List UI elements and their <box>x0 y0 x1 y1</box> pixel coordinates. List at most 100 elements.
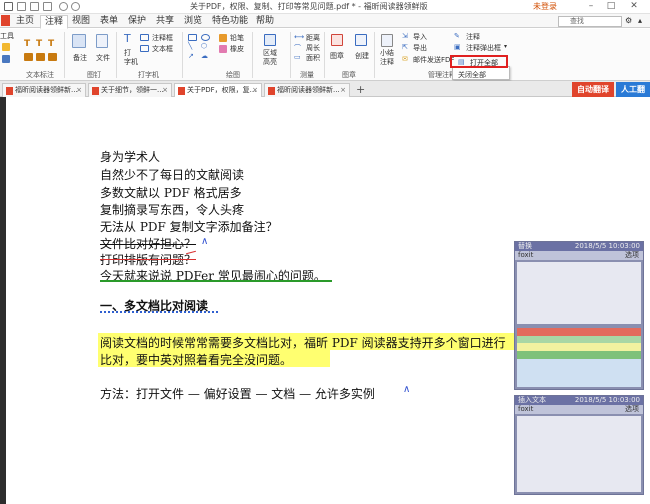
create-stamp-icon[interactable] <box>355 34 367 46</box>
typewriter-icon[interactable]: T <box>124 32 131 45</box>
close-button[interactable]: ✕ <box>626 0 642 13</box>
callout-label[interactable]: 注释框 <box>152 33 173 43</box>
pencil-icon[interactable] <box>219 34 227 42</box>
note-text-area[interactable] <box>517 262 641 324</box>
stamp-icon[interactable] <box>331 34 343 46</box>
settings-icon[interactable]: ⚙ <box>625 16 632 25</box>
auto-translate-button[interactable]: 自动翻译 <box>572 82 614 97</box>
popup-notes-label[interactable]: 注释弹出框 <box>466 43 501 53</box>
tab-comment[interactable]: 注释 <box>40 15 69 29</box>
close-all-item[interactable]: 关闭全部 <box>458 70 486 80</box>
notes-dropdown-label[interactable]: 注释 <box>466 32 480 42</box>
callout-icon[interactable] <box>140 34 149 41</box>
squiggly-underline[interactable] <box>100 280 332 282</box>
cloud-icon[interactable]: ☁ <box>201 52 208 60</box>
tab-form[interactable]: 表单 <box>96 15 122 28</box>
email-icon[interactable]: ✉ <box>402 55 408 63</box>
area-highlight-icon[interactable] <box>264 34 276 46</box>
note-label[interactable]: 备注 <box>73 53 87 63</box>
note-text-area[interactable] <box>517 416 641 492</box>
export-label[interactable]: 导出 <box>413 43 427 53</box>
note-header[interactable]: 替换 2018/5/5 10:03:00 <box>515 242 643 251</box>
maximize-button[interactable]: □ <box>603 0 619 13</box>
stamp-label[interactable]: 图章 <box>330 51 344 61</box>
notes-dropdown-icon[interactable]: ✎ <box>454 32 460 40</box>
manual-translate-button[interactable]: 人工翻 <box>616 82 650 97</box>
note-options-button[interactable]: 选项 <box>625 251 639 260</box>
close-tab-icon[interactable]: × <box>252 84 258 97</box>
eraser-icon[interactable] <box>219 45 227 53</box>
doc-tab-active[interactable]: 关于PDF，权限，复... × <box>174 83 262 97</box>
perimeter-icon[interactable]: ⌒ <box>294 43 301 53</box>
underline-tool-icon[interactable] <box>2 55 10 63</box>
import-label[interactable]: 导入 <box>413 32 427 42</box>
replace-text-icon[interactable] <box>36 53 45 61</box>
tab-view[interactable]: 视图 <box>68 15 94 28</box>
close-tab-icon[interactable]: × <box>76 84 82 97</box>
tab-browse[interactable]: 浏览 <box>180 15 206 28</box>
close-tab-icon[interactable]: × <box>162 84 168 97</box>
highlight-tool-icon[interactable] <box>2 43 10 51</box>
strikeout-line[interactable]: 文件比对好担心？ <box>100 235 196 252</box>
textbox-icon[interactable] <box>140 45 149 52</box>
text-tool-3-icon[interactable]: T <box>48 39 54 49</box>
area-label[interactable]: 面积 <box>306 53 320 63</box>
polygon-icon[interactable]: ⬡ <box>201 42 207 50</box>
file-label[interactable]: 文件 <box>96 53 110 63</box>
undo-icon[interactable] <box>59 2 68 11</box>
doc-tab[interactable]: 福昕阅读器领鲜新... × <box>264 83 350 97</box>
app-logo-icon[interactable] <box>1 15 10 26</box>
login-button[interactable]: 未登录 <box>533 1 557 12</box>
create-stamp-label[interactable]: 创建 <box>355 51 369 61</box>
tab-share[interactable]: 共享 <box>152 15 178 28</box>
perimeter-label[interactable]: 周长 <box>306 43 320 53</box>
import-icon[interactable]: ⇲ <box>402 32 408 40</box>
strikeout-icon[interactable] <box>48 53 57 61</box>
tab-features[interactable]: 特色功能 <box>208 15 252 28</box>
export-icon[interactable]: ⇱ <box>402 43 408 51</box>
hand-icon[interactable] <box>43 2 52 11</box>
doc-tab[interactable]: 福昕阅读器领鲜新... × <box>2 83 86 97</box>
open-icon[interactable] <box>30 2 39 11</box>
summarize-label[interactable]: 小结 注释 <box>380 49 394 67</box>
popup-note-replace[interactable]: 替换 2018/5/5 10:03:00 foxit 选项 <box>514 241 644 390</box>
distance-label[interactable]: 距离 <box>306 33 320 43</box>
tab-home[interactable]: 主页 <box>12 15 38 28</box>
summarize-icon[interactable] <box>381 34 393 47</box>
insert-text-icon[interactable] <box>24 53 33 61</box>
popup-note-insert[interactable]: 插入文本 2018/5/5 10:03:00 foxit 选项 <box>514 395 644 495</box>
area-icon[interactable]: ▭ <box>294 53 301 61</box>
minimize-button[interactable]: – <box>583 0 599 13</box>
email-fdf-label[interactable]: 邮件发送FDF <box>413 55 454 65</box>
insert-caret-icon[interactable]: ∧ <box>403 384 410 395</box>
search-input[interactable]: 查找 <box>558 16 622 27</box>
print-icon[interactable] <box>17 2 26 11</box>
chevron-down-icon[interactable]: ▾ <box>504 43 507 50</box>
file-icon[interactable] <box>96 34 108 48</box>
distance-icon[interactable]: ⟷ <box>294 33 304 41</box>
typewriter-label[interactable]: 打 字机 <box>124 49 138 67</box>
popup-icon[interactable]: ▣ <box>454 43 461 51</box>
replace-strike-mark[interactable] <box>100 259 196 260</box>
text-tool-1-icon[interactable]: T <box>24 39 30 49</box>
note-options-button[interactable]: 选项 <box>625 405 639 414</box>
note-header[interactable]: 插入文本 2018/5/5 10:03:00 <box>515 396 643 405</box>
collapse-icon[interactable]: ▴ <box>638 16 642 25</box>
heading-underline[interactable] <box>100 310 218 313</box>
text-tool-2-icon[interactable]: T <box>36 39 42 49</box>
rectangle-icon[interactable] <box>188 34 197 41</box>
line-icon[interactable]: ╲ <box>188 42 192 50</box>
pencil-label[interactable]: 铅笔 <box>230 33 244 43</box>
arrow-icon[interactable]: ↗ <box>188 52 194 60</box>
textbox-label[interactable]: 文本框 <box>152 44 173 54</box>
tools-label[interactable]: 工具 <box>0 31 14 41</box>
insert-caret-icon[interactable]: ∧ <box>201 236 208 247</box>
save-icon[interactable] <box>4 2 13 11</box>
doc-tab[interactable]: 关于细节，领鲜一... × <box>88 83 172 97</box>
area-highlight-label[interactable]: 区域 高亮 <box>263 49 277 67</box>
eraser-label[interactable]: 橡皮 <box>230 44 244 54</box>
new-tab-button[interactable]: + <box>356 83 365 96</box>
oval-icon[interactable] <box>201 34 210 41</box>
close-tab-icon[interactable]: × <box>340 84 346 97</box>
tab-help[interactable]: 帮助 <box>252 15 278 28</box>
